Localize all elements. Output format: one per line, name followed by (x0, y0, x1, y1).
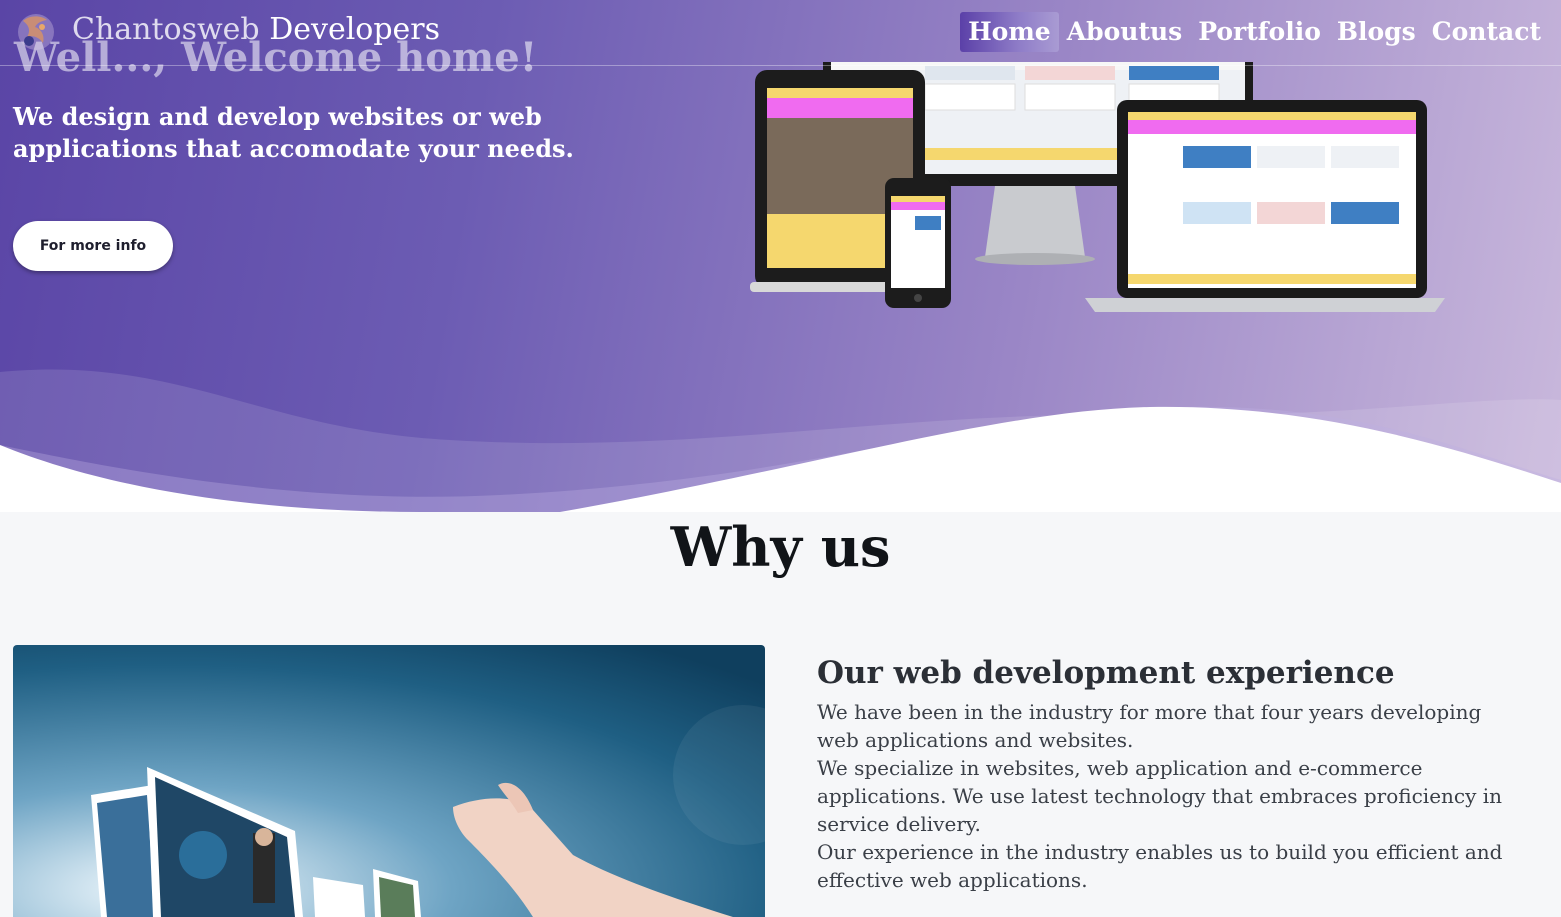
brand-logo-icon[interactable] (15, 11, 57, 53)
hero-subtitle: We design and develop websites or web ap… (13, 102, 574, 163)
experience-description: We have been in the industry for more th… (817, 698, 1527, 894)
top-navbar: Chantosweb Developers Home Aboutus Portf… (0, 0, 1561, 66)
why-us-heading: Why us (670, 515, 891, 579)
experience-heading: Our web development experience (817, 655, 1395, 691)
responsive-devices-illustration (750, 62, 1445, 312)
experience-paragraph: We specialize in websites, web applicati… (817, 756, 1503, 836)
hero-section: Well..., Welcome home! We design and dev… (0, 0, 1561, 512)
experience-paragraph: Our experience in the industry enables u… (817, 840, 1503, 892)
web-development-illustration (13, 645, 765, 917)
experience-paragraph: We have been in the industry for more th… (817, 700, 1482, 752)
nav-link-portfolio[interactable]: Portfolio (1190, 12, 1329, 52)
for-more-info-button[interactable]: For more info (13, 221, 173, 271)
brand-name-part2: Developers (269, 12, 441, 47)
nav-link-contact[interactable]: Contact (1424, 12, 1549, 52)
nav-link-aboutus[interactable]: Aboutus (1059, 12, 1191, 52)
nav-links: Home Aboutus Portfolio Blogs Contact (960, 12, 1549, 52)
brand-name-part1: Chantosweb (72, 12, 260, 47)
brand-name[interactable]: Chantosweb Developers (72, 12, 440, 47)
nav-link-home[interactable]: Home (960, 12, 1059, 52)
nav-link-blogs[interactable]: Blogs (1329, 12, 1424, 52)
